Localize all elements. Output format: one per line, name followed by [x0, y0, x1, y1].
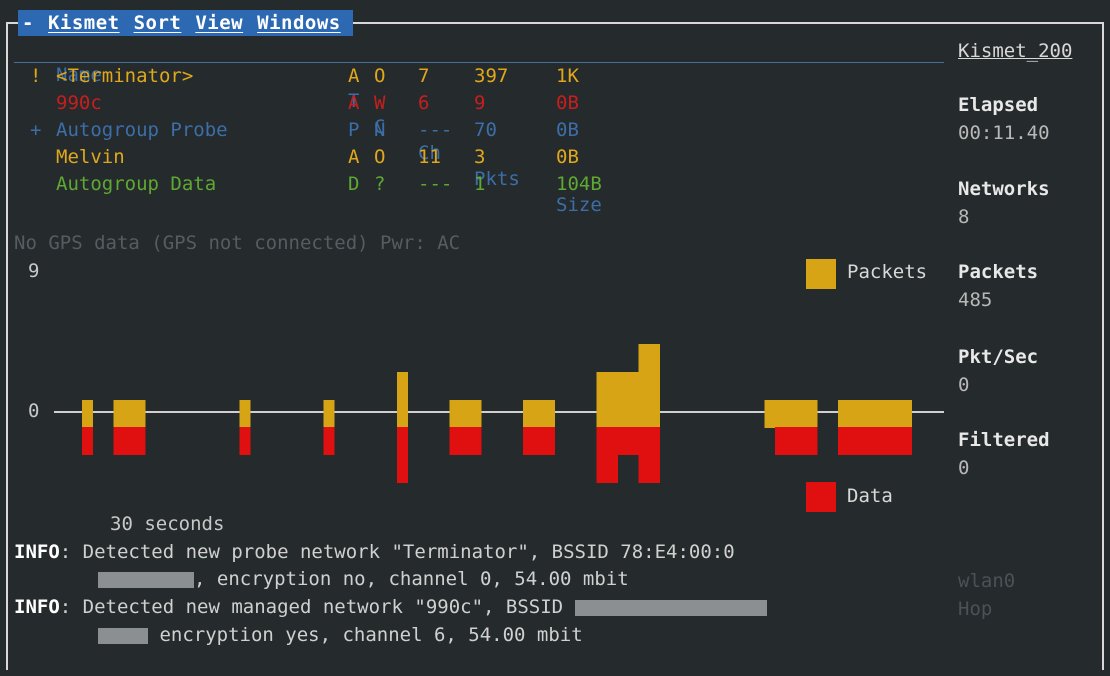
- packet-bar: [533, 400, 545, 428]
- packet-bar: [82, 400, 93, 428]
- packet-bar: [323, 400, 335, 428]
- data-bar: [859, 427, 870, 455]
- data-bar: [785, 427, 797, 455]
- packet-bar: [544, 400, 555, 428]
- data-bar: [638, 427, 650, 483]
- packet-bar: [460, 400, 471, 428]
- log-text: : Detected new managed network "990c", B…: [59, 596, 575, 618]
- data-bar: [806, 427, 818, 455]
- data-bar: [848, 427, 860, 455]
- data-bar: [880, 427, 891, 455]
- packet-bar: [775, 400, 786, 428]
- packet-bar: [869, 400, 881, 428]
- redacted-block: [98, 627, 148, 644]
- legend-packets-label: Packets: [847, 261, 928, 283]
- data-bar: [890, 427, 902, 455]
- packet-bar: [880, 400, 891, 428]
- data-bar: [838, 427, 849, 455]
- log-line-1: INFO: Detected new probe network "Termin…: [14, 541, 735, 563]
- legend-data-label: Data: [847, 485, 893, 507]
- redacted-block: [98, 571, 194, 588]
- data-bar: [239, 427, 251, 455]
- packet-bar: [607, 372, 618, 428]
- data-bar: [449, 427, 461, 455]
- packet-bar: [628, 372, 639, 428]
- packet-bar: [785, 400, 797, 428]
- packet-bar: [113, 400, 125, 428]
- packet-bar: [649, 344, 660, 428]
- data-bar: [901, 427, 912, 455]
- legend-packets-swatch: [806, 259, 836, 289]
- log-line-3: INFO: Detected new managed network "990c…: [14, 596, 767, 618]
- packet-bar: [901, 400, 912, 428]
- log-text: , encryption no, channel 0, 54.00 mbit: [194, 568, 629, 590]
- packet-bar: [523, 400, 534, 428]
- data-bar: [596, 427, 608, 483]
- data-bar: [124, 427, 135, 455]
- data-bar: [533, 427, 545, 455]
- log-line-2: , encryption no, channel 0, 54.00 mbit: [14, 568, 629, 590]
- log-tag: INFO: [14, 541, 60, 563]
- data-bar: [113, 427, 125, 455]
- log-line-4: encryption yes, channel 6, 54.00 mbit: [14, 624, 583, 646]
- data-bar: [460, 427, 471, 455]
- packet-bar: [124, 400, 135, 428]
- packet-bar: [806, 400, 818, 428]
- packet-bar: [470, 400, 482, 428]
- packet-bar: [838, 400, 849, 428]
- data-bar: [323, 427, 335, 455]
- data-bar: [523, 427, 534, 455]
- redacted-block: [574, 599, 767, 616]
- packet-bar: [449, 400, 461, 428]
- packet-bar: [638, 344, 650, 428]
- data-bar: [617, 427, 629, 455]
- log-text: encryption yes, channel 6, 54.00 mbit: [148, 624, 583, 646]
- packet-bar: [397, 372, 408, 428]
- data-bar: [544, 427, 555, 455]
- packet-bar: [617, 372, 629, 428]
- data-bar: [134, 427, 146, 455]
- data-bar: [397, 427, 408, 483]
- data-bar: [775, 427, 786, 455]
- x-axis-label: 30 seconds: [110, 513, 225, 535]
- packet-bar: [134, 400, 146, 428]
- data-bar: [607, 427, 618, 483]
- packet-bar: [859, 400, 870, 428]
- packet-bar: [848, 400, 860, 428]
- legend-data-swatch: [806, 482, 836, 512]
- data-bar: [649, 427, 660, 483]
- packet-bar: [890, 400, 902, 428]
- packet-bar: [764, 400, 776, 428]
- log-tag: INFO: [14, 596, 60, 618]
- log-text: : Detected new probe network "Terminator…: [59, 541, 735, 563]
- data-bar: [869, 427, 881, 455]
- data-bar: [82, 427, 93, 455]
- packet-bar: [596, 372, 608, 428]
- data-bar: [470, 427, 482, 455]
- data-bar: [796, 427, 807, 455]
- packet-bar: [796, 400, 807, 428]
- packet-bar: [239, 400, 251, 428]
- data-bar: [628, 427, 639, 455]
